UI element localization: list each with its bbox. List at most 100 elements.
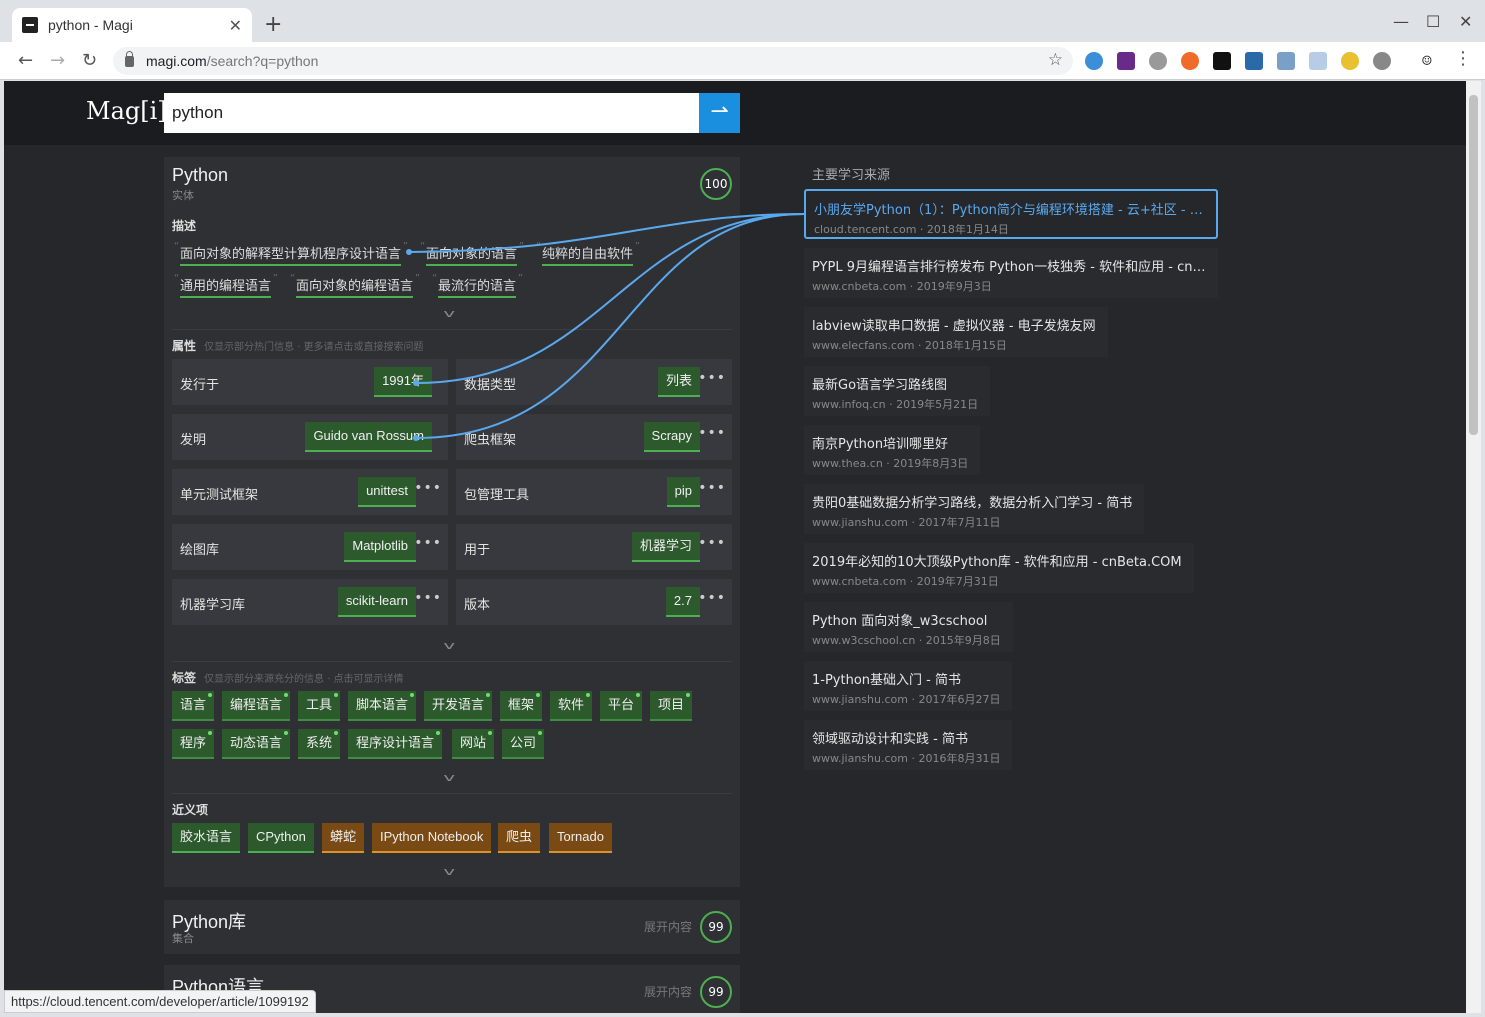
extension-4-icon[interactable] xyxy=(1181,52,1199,70)
more-icon[interactable]: ••• xyxy=(698,590,726,606)
attr-row[interactable]: 数据类型 列表 ••• xyxy=(456,359,732,405)
desc-tag[interactable]: 纯粹的自由软件 xyxy=(536,241,640,266)
source-title[interactable]: Python 面向对象_w3cschool xyxy=(812,610,1001,629)
attr-value[interactable]: scikit-learn xyxy=(337,587,416,617)
source-item[interactable]: 小朋友学Python（1）：Python简介与编程环境搭建 - 云+社区 - 腾… xyxy=(804,189,1218,239)
expand-link[interactable]: 展开内容 xyxy=(644,918,692,935)
browser-tab[interactable]: python - Magi ✕ xyxy=(12,8,252,42)
source-title[interactable]: 南京Python培训哪里好 xyxy=(812,433,968,452)
more-icon[interactable]: ••• xyxy=(414,535,442,551)
source-item[interactable]: 1-Python基础入门 - 简书 www.jianshu.com · 2017年… xyxy=(804,661,1013,711)
extension-1-icon[interactable] xyxy=(1085,52,1103,70)
attr-row[interactable]: 发行于 1991年 xyxy=(172,359,448,405)
source-item[interactable]: 最新Go语言学习路线图 www.infoq.cn · 2019年5月21日 xyxy=(804,366,991,416)
tag-chip[interactable]: 动态语言 xyxy=(222,729,291,759)
synonym-chip[interactable]: IPython Notebook xyxy=(372,823,492,853)
maximize-icon[interactable]: ☐ xyxy=(1426,12,1440,31)
desc-tag[interactable]: 通用的编程语言 xyxy=(174,273,278,298)
bookmark-star-icon[interactable]: ☆ xyxy=(1048,50,1063,70)
chevron-down-icon[interactable]: v xyxy=(443,771,455,784)
tag-chip[interactable]: 程序 xyxy=(172,729,215,759)
source-title[interactable]: PYPL 9月编程语言排行榜发布 Python一枝独秀 - 软件和应用 - cn… xyxy=(812,256,1206,275)
attr-row[interactable]: 机器学习库 scikit-learn ••• xyxy=(172,579,448,625)
related-card[interactable]: Python库 集合 展开内容 99 xyxy=(164,900,740,954)
reload-icon[interactable]: ↻ xyxy=(82,50,97,71)
extension-6-icon[interactable] xyxy=(1245,52,1263,70)
attr-value[interactable]: Guido van Rossum xyxy=(305,422,432,452)
menu-kebab-icon[interactable]: ⋮ xyxy=(1454,48,1472,69)
tag-chip[interactable]: 语言 xyxy=(172,691,215,721)
expand-link[interactable]: 展开内容 xyxy=(644,983,692,1000)
source-item[interactable]: 南京Python培训哪里好 www.thea.cn · 2019年8月3日 xyxy=(804,425,981,475)
source-title[interactable]: 2019年必知的10大顶级Python库 - 软件和应用 - cnBeta.CO… xyxy=(812,551,1182,570)
source-item[interactable]: PYPL 9月编程语言排行榜发布 Python一枝独秀 - 软件和应用 - cn… xyxy=(804,248,1218,298)
source-title[interactable]: 小朋友学Python（1）：Python简介与编程环境搭建 - 云+社区 - 腾… xyxy=(814,199,1208,218)
tag-chip[interactable]: 公司 xyxy=(502,729,545,759)
source-item[interactable]: Python 面向对象_w3cschool www.w3cschool.cn · … xyxy=(804,602,1013,652)
desc-tag[interactable]: 面向对象的编程语言 xyxy=(290,273,420,298)
synonym-chip[interactable]: 爬虫 xyxy=(498,823,541,853)
attr-value[interactable]: 机器学习 xyxy=(631,532,700,562)
tag-chip[interactable]: 编程语言 xyxy=(222,691,291,721)
forward-icon[interactable]: → xyxy=(50,50,65,71)
more-icon[interactable]: ••• xyxy=(698,425,726,441)
extension-2-icon[interactable] xyxy=(1117,52,1135,70)
more-icon[interactable]: ••• xyxy=(698,480,726,496)
attr-value[interactable]: pip xyxy=(666,477,700,507)
extension-8-icon[interactable] xyxy=(1309,52,1327,70)
close-tab-icon[interactable]: ✕ xyxy=(229,16,242,35)
minimize-icon[interactable]: — xyxy=(1393,12,1409,31)
attr-row[interactable]: 包管理工具 pip ••• xyxy=(456,469,732,515)
tag-chip[interactable]: 项目 xyxy=(650,691,693,721)
attr-row[interactable]: 绘图库 Matplotlib ••• xyxy=(172,524,448,570)
more-icon[interactable]: ••• xyxy=(698,370,726,386)
search-input[interactable] xyxy=(164,93,699,133)
source-item[interactable]: labview读取串口数据 - 虚拟仪器 - 电子发烧友网 www.elecfan… xyxy=(804,307,1108,357)
entity-name[interactable]: Python xyxy=(172,165,228,186)
extension-10-icon[interactable] xyxy=(1373,52,1391,70)
chevron-down-icon[interactable]: v xyxy=(443,307,455,320)
extension-9-icon[interactable] xyxy=(1341,52,1359,70)
tag-chip[interactable]: 开发语言 xyxy=(424,691,493,721)
attr-value[interactable]: Matplotlib xyxy=(344,532,416,562)
tag-chip[interactable]: 系统 xyxy=(298,729,341,759)
source-title[interactable]: labview读取串口数据 - 虚拟仪器 - 电子发烧友网 xyxy=(812,315,1096,334)
source-item[interactable]: 领域驱动设计和实践 - 简书 www.jianshu.com · 2016年8月3… xyxy=(804,720,1013,770)
desc-tag[interactable]: 面向对象的解释型计算机程序设计语言 xyxy=(174,241,408,266)
attr-row[interactable]: 爬虫框架 Scrapy ••• xyxy=(456,414,732,460)
extension-7-icon[interactable] xyxy=(1277,52,1295,70)
extension-3-icon[interactable] xyxy=(1149,52,1167,70)
desc-tag[interactable]: 面向对象的语言 xyxy=(420,241,524,266)
synonym-chip[interactable]: CPython xyxy=(248,823,314,853)
extension-5-icon[interactable] xyxy=(1213,52,1231,70)
close-window-icon[interactable]: ✕ xyxy=(1459,12,1472,31)
attr-row[interactable]: 发明 Guido van Rossum xyxy=(172,414,448,460)
more-icon[interactable]: ••• xyxy=(698,535,726,551)
source-title[interactable]: 1-Python基础入门 - 简书 xyxy=(812,669,1000,688)
tag-chip[interactable]: 网站 xyxy=(452,729,495,759)
attr-value[interactable]: 2.7 xyxy=(665,587,700,617)
source-item[interactable]: 2019年必知的10大顶级Python库 - 软件和应用 - cnBeta.CO… xyxy=(804,543,1194,593)
tag-chip[interactable]: 程序设计语言 xyxy=(348,729,443,759)
more-icon[interactable]: ••• xyxy=(414,480,442,496)
new-tab-icon[interactable]: + xyxy=(264,14,282,36)
synonym-chip[interactable]: 蟒蛇 xyxy=(322,823,365,853)
profile-icon[interactable]: ☺ xyxy=(1418,52,1436,70)
source-title[interactable]: 贵阳0基础数据分析学习路线，数据分析入门学习 - 简书 xyxy=(812,492,1132,511)
attr-row[interactable]: 单元测试框架 unittest ••• xyxy=(172,469,448,515)
source-title[interactable]: 领域驱动设计和实践 - 简书 xyxy=(812,728,1000,747)
attr-value[interactable]: 1991年 xyxy=(374,367,432,397)
tag-chip[interactable]: 软件 xyxy=(550,691,593,721)
address-bar[interactable]: magi.com/search?q=python ☆ xyxy=(113,47,1073,75)
chevron-down-icon[interactable]: v xyxy=(443,865,455,878)
scrollbar[interactable] xyxy=(1466,81,1481,1013)
search-button[interactable]: ⇀ xyxy=(699,93,740,133)
back-icon[interactable]: ← xyxy=(18,50,33,71)
tag-chip[interactable]: 工具 xyxy=(298,691,341,721)
tag-chip[interactable]: 脚本语言 xyxy=(348,691,417,721)
tag-chip[interactable]: 平台 xyxy=(600,691,643,721)
attr-row[interactable]: 版本 2.7 ••• xyxy=(456,579,732,625)
desc-tag[interactable]: 最流行的语言 xyxy=(432,273,523,298)
synonym-chip[interactable]: Tornado xyxy=(549,823,612,853)
tag-chip[interactable]: 框架 xyxy=(500,691,543,721)
